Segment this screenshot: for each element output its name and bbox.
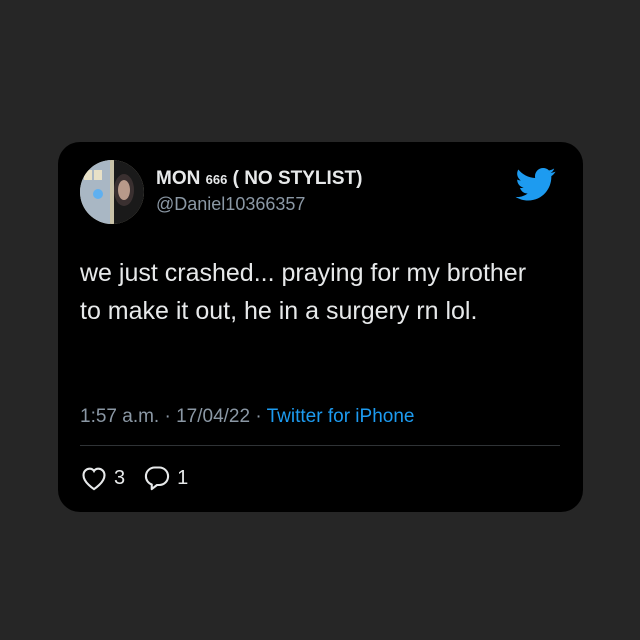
action-bar: 3 1 [80,464,206,492]
tweet-time[interactable]: 1:57 a.m. [80,406,159,427]
reply-count: 1 [177,466,189,489]
reply-bubble-icon [144,466,170,491]
reply-button[interactable]: 1 [143,464,188,492]
like-count: 3 [114,466,126,489]
divider [80,445,560,446]
tweet-card: MON 666 ( NO STYLIST) @Daniel10366357 we… [58,142,583,512]
tweet-meta: 1:57 a.m. · 17/04/22 · Twitter for iPhon… [80,406,414,428]
display-name[interactable]: MON 666 ( NO STYLIST) [156,168,362,190]
display-name-superscript: 666 [205,172,228,187]
tweet-text: we just crashed... praying for my brothe… [80,259,527,325]
like-button[interactable]: 3 [80,465,125,491]
twitter-bird-icon [515,168,556,201]
heart-icon [82,467,106,491]
tweet-date[interactable]: 17/04/22 [176,406,250,427]
avatar-image [80,160,144,224]
user-handle[interactable]: @Daniel10366357 [156,194,305,215]
display-name-main: MON [156,168,201,189]
display-name-suffix: ( NO STYLIST) [232,168,363,189]
meta-separator: · [255,406,262,427]
tweet-source-link[interactable]: Twitter for iPhone [267,406,415,427]
avatar[interactable] [80,160,144,224]
meta-separator: · [164,406,171,427]
